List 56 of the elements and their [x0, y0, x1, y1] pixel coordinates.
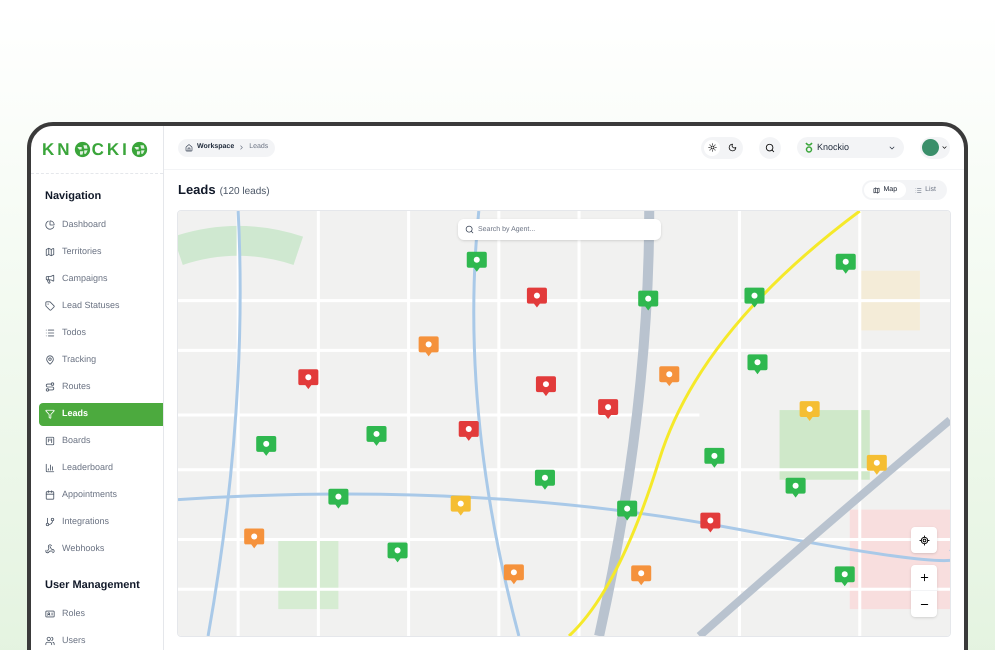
sidebar-item[interactable]: Routes: [39, 376, 163, 398]
sidebar-item[interactable]: Tracking: [39, 348, 163, 372]
pie-chart-icon: [45, 220, 55, 230]
map-icon: [873, 186, 880, 194]
branch-icon: [45, 517, 55, 527]
location-pin-icon: [45, 355, 55, 365]
sidebar-item[interactable]: Dashboard: [39, 214, 163, 236]
workspace-logo-icon: [805, 142, 813, 153]
sidebar-item[interactable]: Appointments: [39, 484, 163, 506]
bar-chart-icon: [45, 463, 55, 473]
sidebar-item[interactable]: Integrations: [39, 510, 163, 534]
search-icon: [465, 225, 474, 234]
locate-icon: [918, 534, 930, 546]
search-icon: [765, 142, 775, 152]
id-card-icon: [45, 608, 55, 618]
sidebar-item[interactable]: Territories: [39, 240, 163, 264]
sidebar-item[interactable]: Lead Statuses: [39, 294, 163, 318]
moon-icon: [728, 143, 736, 152]
logo-text: KN: [42, 138, 73, 161]
globe-icon: [130, 141, 148, 158]
sidebar-item[interactable]: Boards: [39, 430, 163, 452]
sidebar-item[interactable]: Roles: [39, 602, 163, 625]
board-icon: [45, 436, 55, 446]
megaphone-icon: [45, 274, 55, 284]
lead-count: (120 leads): [220, 185, 270, 200]
workspace-select[interactable]: Knockio: [797, 137, 904, 158]
locate-button[interactable]: [911, 527, 937, 553]
sidebar-item[interactable]: Campaigns: [39, 268, 163, 290]
section-title: Navigation: [44, 189, 102, 204]
list-icon: [915, 186, 922, 194]
sidebar-item[interactable]: Webhooks: [39, 538, 163, 560]
avatar: [922, 139, 939, 156]
theme-toggle[interactable]: [701, 136, 743, 158]
home-icon: [185, 144, 193, 152]
sidebar-item[interactable]: Leaderboard: [39, 456, 163, 480]
plus-icon: [918, 572, 930, 583]
logo-text: CKI: [92, 138, 130, 161]
globe-icon: [74, 141, 91, 158]
avatar-button[interactable]: [920, 136, 950, 158]
sidebar-item[interactable]: Todos: [39, 322, 163, 344]
chevron-down-icon: [941, 144, 948, 151]
webhook-icon: [45, 544, 55, 554]
sidebar-item[interactable]: Leads: [39, 402, 163, 426]
chevron-icon: [238, 144, 246, 151]
search-button[interactable]: [759, 136, 781, 158]
filter-icon: [45, 409, 55, 419]
route-icon: [45, 382, 55, 392]
list-icon: [45, 328, 55, 338]
page-title: Leads: [178, 181, 216, 200]
map-icon: [45, 247, 55, 257]
section-title: User Management: [44, 578, 141, 592]
sun-icon: [708, 143, 716, 152]
tag-icon: [45, 301, 55, 311]
sidebar-item[interactable]: Users: [39, 629, 163, 650]
calendar-icon: [45, 490, 55, 500]
users-icon: [45, 636, 55, 646]
